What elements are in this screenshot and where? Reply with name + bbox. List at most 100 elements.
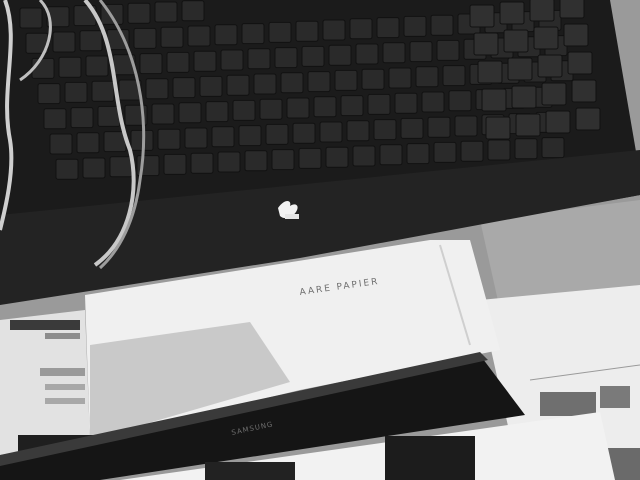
keyboard-key [268, 21, 292, 43]
keyboard-key [376, 17, 400, 39]
keyboard-key [307, 71, 331, 93]
keyboard-key [436, 39, 460, 61]
keyboard-key [367, 93, 391, 115]
keyboard-key [163, 153, 187, 175]
numpad-key [511, 85, 537, 109]
keyboard-key [37, 83, 61, 105]
keyboard-key [460, 140, 484, 162]
keyboard-key [181, 0, 205, 22]
keyboard-key [244, 150, 268, 172]
keyboard-key [85, 55, 109, 77]
keyboard-key [145, 78, 169, 100]
paper-line [45, 398, 85, 404]
keyboard-key [178, 102, 202, 124]
keyboard-key [448, 90, 472, 112]
keyboard-key [346, 120, 370, 142]
paper-line [40, 368, 85, 376]
numpad-key [515, 113, 541, 137]
keyboard-key [301, 45, 325, 67]
numpad-key [575, 107, 601, 131]
keyboard-key [58, 56, 82, 78]
keyboard-key [427, 116, 451, 138]
keyboard-key [49, 133, 73, 155]
keyboard-key [373, 119, 397, 141]
numpad-key [481, 88, 507, 112]
numpad-key [545, 110, 571, 134]
numpad-key [537, 54, 563, 78]
keyboard-key [127, 2, 151, 24]
keyboard-key [160, 26, 184, 48]
keyboard-key [442, 65, 466, 87]
numpad-key [485, 116, 511, 140]
keyboard-key [286, 97, 310, 119]
keyboard-key [139, 53, 163, 75]
keyboard-key [226, 74, 250, 96]
keyboard-key [421, 91, 445, 113]
keyboard-key [157, 128, 181, 150]
keyboard-key [514, 138, 538, 160]
numpad-key [473, 32, 499, 56]
keyboard-key [43, 108, 67, 130]
keyboard-key [295, 20, 319, 42]
keyboard-key [454, 115, 478, 137]
keyboard-key [82, 157, 106, 179]
paper-left [0, 310, 90, 455]
keyboard-key [214, 24, 238, 46]
keyboard-key [187, 25, 211, 47]
numpad-key [559, 0, 585, 19]
keyboard-key [172, 77, 196, 99]
keyboard-key [133, 27, 157, 49]
keyboard-key [313, 96, 337, 118]
keyboard-key [328, 44, 352, 66]
keyboard-key [541, 137, 565, 159]
keyboard-key [19, 7, 43, 29]
keyboard-key [349, 18, 373, 40]
keyboard-key [109, 156, 133, 178]
numpad-key [477, 60, 503, 84]
keyboard-key [247, 48, 271, 70]
keyboard-key [361, 68, 385, 90]
keyboard-key [151, 103, 175, 125]
keyboard-key [319, 121, 343, 143]
keyboard-key [430, 14, 454, 36]
keyboard-key [274, 47, 298, 69]
numpad-key [499, 1, 525, 25]
keyboard-key [355, 43, 379, 65]
keyboard-key [205, 101, 229, 123]
keyboard-key [280, 72, 304, 94]
keyboard-key [325, 146, 349, 168]
keyboard-key [265, 123, 289, 145]
keyboard-key [79, 30, 103, 52]
numpad-key [529, 0, 555, 22]
keyboard-key [190, 152, 214, 174]
keyboard-key [292, 122, 316, 144]
numpad-key [563, 23, 589, 47]
keyboard-key [70, 107, 94, 129]
keyboard-key [220, 49, 244, 71]
keyboard-key [232, 99, 256, 121]
keyboard-key [241, 23, 265, 45]
keyboard-key [334, 69, 358, 91]
keyboard-key [184, 127, 208, 149]
keyboard-key [298, 147, 322, 169]
photo-scene: AARE PAPIER SAMSUNG [0, 0, 640, 480]
keyboard-key [322, 19, 346, 41]
keyboard-key [154, 1, 178, 23]
keyboard-key [211, 126, 235, 148]
keyboard-key [91, 80, 115, 102]
keyboard-key [97, 105, 121, 127]
numpad-key [533, 26, 559, 50]
keyboard-key [193, 50, 217, 72]
keyboard-key [76, 132, 100, 154]
desk-photo: AARE PAPIER SAMSUNG [0, 0, 640, 480]
keyboard-key [487, 139, 511, 161]
paper-line [10, 320, 80, 330]
paper-line [45, 384, 85, 390]
keyboard-key [388, 67, 412, 89]
keyboard-key [103, 131, 127, 153]
keyboard-key [199, 75, 223, 97]
keyboard-key [382, 42, 406, 64]
keyboard-key [253, 73, 277, 95]
keyboard-key [409, 41, 433, 63]
keyboard-key [433, 141, 457, 163]
